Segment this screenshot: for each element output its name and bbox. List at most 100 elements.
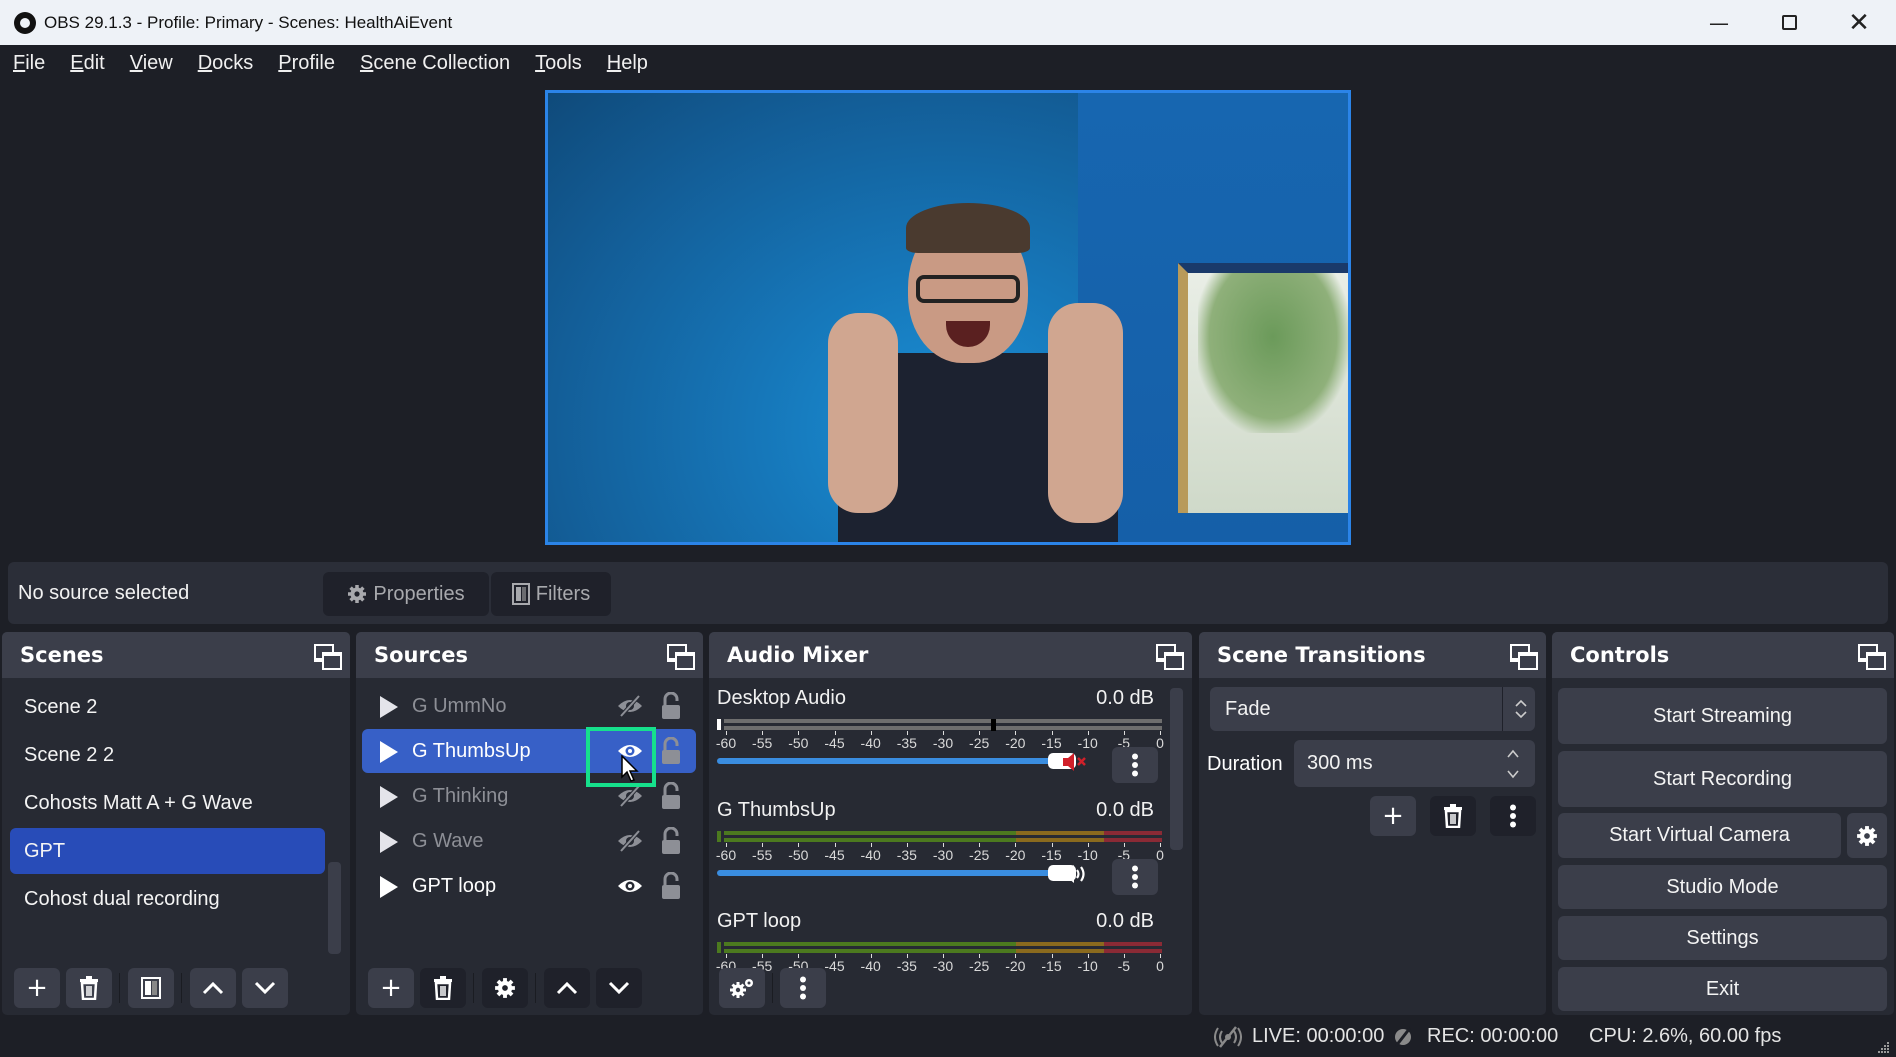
program-preview[interactable] bbox=[545, 90, 1351, 545]
source-item[interactable]: G UmmNo bbox=[362, 684, 696, 728]
sources-dock: Sources G UmmNo G ThumbsUp G Thinking G … bbox=[356, 632, 703, 1015]
properties-button[interactable]: Properties bbox=[323, 572, 489, 616]
eye-hidden-icon[interactable] bbox=[617, 829, 643, 853]
minimize-button[interactable]: — bbox=[1684, 0, 1754, 45]
trash-icon bbox=[434, 976, 452, 1000]
spin-up-icon[interactable] bbox=[1506, 748, 1520, 760]
meter-tick-label: -35 bbox=[896, 958, 917, 974]
add-transition-button[interactable]: + bbox=[1370, 796, 1416, 836]
channel-menu-button[interactable] bbox=[1112, 859, 1158, 895]
source-properties-button[interactable] bbox=[482, 968, 528, 1008]
meter-start-marker bbox=[717, 942, 721, 953]
preview-thumb-right bbox=[1048, 303, 1123, 523]
source-item[interactable]: G Wave bbox=[362, 819, 696, 863]
meter-tick-label: -50 bbox=[788, 847, 809, 863]
duration-label: Duration bbox=[1207, 753, 1283, 775]
virtual-camera-settings-button[interactable] bbox=[1847, 813, 1887, 858]
play-icon bbox=[380, 876, 398, 898]
start-streaming-button[interactable]: Start Streaming bbox=[1558, 688, 1887, 744]
studio-mode-button[interactable]: Studio Mode bbox=[1558, 865, 1887, 909]
undock-icon[interactable] bbox=[1858, 644, 1886, 670]
remove-source-button[interactable] bbox=[420, 968, 466, 1008]
move-scene-down-button[interactable] bbox=[242, 968, 288, 1008]
eye-hidden-icon[interactable] bbox=[617, 694, 643, 718]
source-name: G Thinking bbox=[412, 785, 509, 807]
scene-item[interactable]: Scene 2 bbox=[10, 684, 325, 730]
toolbar-separator bbox=[119, 973, 120, 1003]
audio-mixer-scrollbar[interactable] bbox=[1170, 688, 1183, 850]
undock-icon[interactable] bbox=[1156, 644, 1184, 670]
scene-filters-button[interactable] bbox=[128, 968, 174, 1008]
unlock-icon[interactable] bbox=[660, 737, 682, 765]
meter-bar bbox=[1103, 838, 1162, 842]
unlock-icon[interactable] bbox=[660, 692, 682, 720]
undock-icon[interactable] bbox=[1510, 644, 1538, 670]
scene-item[interactable]: Scene 2 2 bbox=[10, 732, 325, 778]
scenes-title: Scenes bbox=[20, 643, 104, 667]
menu-edit[interactable]: Edit bbox=[70, 52, 104, 75]
scenes-scrollbar[interactable] bbox=[328, 862, 341, 954]
menu-tools[interactable]: Tools bbox=[535, 52, 582, 75]
source-item[interactable]: GPT loop bbox=[362, 864, 696, 908]
meter-bar bbox=[1016, 831, 1104, 835]
maximize-button[interactable] bbox=[1754, 0, 1824, 45]
menu-scene-collection[interactable]: Scene Collection bbox=[360, 52, 510, 75]
add-source-button[interactable]: + bbox=[368, 968, 414, 1008]
undock-icon[interactable] bbox=[667, 644, 695, 670]
transition-properties-button[interactable] bbox=[1490, 796, 1536, 836]
eye-visible-icon[interactable] bbox=[617, 874, 643, 898]
unlock-icon[interactable] bbox=[660, 872, 682, 900]
remove-scene-button[interactable] bbox=[66, 968, 112, 1008]
advanced-audio-properties-button[interactable] bbox=[719, 968, 765, 1008]
duration-spinbox[interactable]: 300 ms bbox=[1294, 740, 1535, 787]
start-recording-button[interactable]: Start Recording bbox=[1558, 751, 1887, 807]
transition-value: Fade bbox=[1225, 698, 1271, 720]
audio-mixer-dock-header: Audio Mixer bbox=[709, 632, 1192, 678]
preview-hair bbox=[906, 203, 1030, 253]
meter-tick-label: -55 bbox=[752, 847, 773, 863]
menu-view[interactable]: View bbox=[130, 52, 173, 75]
preview-glasses bbox=[916, 275, 1020, 303]
eye-hidden-icon[interactable] bbox=[617, 784, 643, 808]
transition-select[interactable]: Fade bbox=[1210, 687, 1535, 731]
scene-item-selected[interactable]: GPT bbox=[10, 828, 325, 874]
menu-docks[interactable]: Docks bbox=[198, 52, 254, 75]
preview-trees bbox=[1198, 273, 1348, 433]
scene-item[interactable]: Cohost dual recording bbox=[10, 876, 325, 922]
exit-button[interactable]: Exit bbox=[1558, 967, 1887, 1011]
volume-meter bbox=[717, 942, 1162, 954]
undock-icon[interactable] bbox=[314, 644, 342, 670]
move-source-down-button[interactable] bbox=[596, 968, 642, 1008]
speaker-muted-icon[interactable] bbox=[1062, 751, 1088, 773]
meter-tick-label: -40 bbox=[860, 847, 881, 863]
filters-button[interactable]: Filters bbox=[491, 572, 611, 616]
meter-tick-label: -25 bbox=[969, 735, 990, 751]
meter-tick-label: -25 bbox=[969, 958, 990, 974]
move-source-up-button[interactable] bbox=[544, 968, 590, 1008]
channel-menu-button[interactable] bbox=[1112, 747, 1158, 783]
menu-profile[interactable]: Profile bbox=[278, 52, 335, 75]
settings-button[interactable]: Settings bbox=[1558, 916, 1887, 960]
meter-start-marker bbox=[717, 719, 721, 730]
move-scene-up-button[interactable] bbox=[190, 968, 236, 1008]
close-button[interactable]: ✕ bbox=[1824, 0, 1894, 45]
start-virtual-camera-button[interactable]: Start Virtual Camera bbox=[1558, 813, 1841, 858]
remove-transition-button[interactable] bbox=[1430, 796, 1476, 836]
add-scene-button[interactable]: + bbox=[14, 968, 60, 1008]
volume-slider[interactable] bbox=[717, 758, 1062, 764]
speaker-icon[interactable] bbox=[1062, 863, 1088, 885]
unlock-icon[interactable] bbox=[660, 827, 682, 855]
meter-tick-label: 0 bbox=[1156, 847, 1164, 863]
volume-slider[interactable] bbox=[717, 870, 1062, 876]
menu-file[interactable]: File bbox=[13, 52, 45, 75]
channel-db: 0.0 dB bbox=[1096, 799, 1154, 821]
filter-icon bbox=[511, 583, 530, 605]
scene-item[interactable]: Cohosts Matt A + G Wave bbox=[10, 780, 325, 826]
unlock-icon[interactable] bbox=[660, 782, 682, 810]
audio-mixer-menu-button[interactable] bbox=[780, 968, 826, 1008]
menu-help[interactable]: Help bbox=[607, 52, 648, 75]
resize-grip-icon[interactable] bbox=[1876, 1040, 1890, 1054]
meter-tick-label: -20 bbox=[1005, 847, 1026, 863]
spin-down-icon[interactable] bbox=[1506, 768, 1520, 780]
meter-tick-label: -10 bbox=[1077, 958, 1098, 974]
